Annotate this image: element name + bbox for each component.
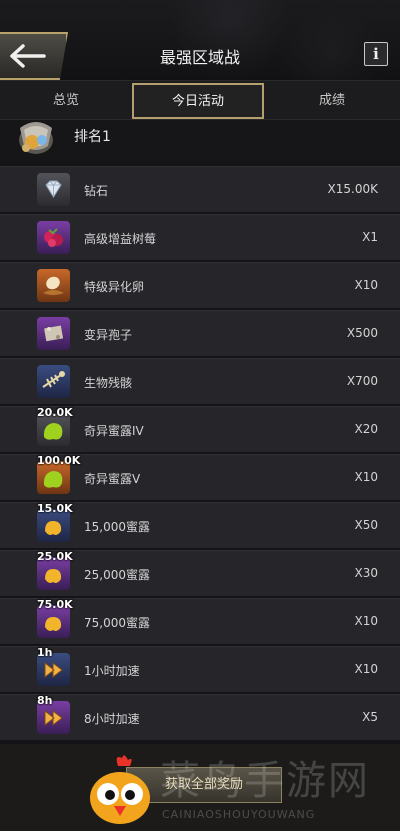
tab-results[interactable]: 成绩 [264,81,400,121]
list-item: 8h 8小时加速 X5 [0,694,400,740]
list-item: 15.0K 15,000蜜露 X50 [0,502,400,548]
reward-name: 75,000蜜露 [84,616,150,630]
reward-name: 15,000蜜露 [84,520,150,534]
reward-quantity: X10 [354,662,379,676]
list-item: 钻石 X15.00K [0,166,400,212]
watermark-subtext: CAINIAOSHOUYOUWANG [162,808,316,821]
reward-badge: 20.0K [37,406,73,419]
reward-name: 变异孢子 [84,328,133,342]
reward-name: 高级增益树莓 [84,232,157,246]
reward-quantity: X10 [354,278,379,292]
raspberry-icon [37,221,70,254]
reward-quantity: X20 [354,422,379,436]
list-item: 1h 1小时加速 X10 [0,646,400,692]
honey-icon: 25.0K [37,550,73,590]
reward-quantity: X50 [354,518,379,532]
honeydew-icon: 100.0K [37,454,80,494]
egg-icon [37,269,70,302]
reward-badge: 75.0K [37,598,73,611]
reward-quantity: X10 [354,614,379,628]
reward-quantity: X30 [354,566,379,580]
list-item: 变异孢子 X500 [0,310,400,356]
reward-badge: 15.0K [37,502,73,515]
honeydew-icon: 20.0K [37,406,73,446]
rank-label: 排名1 [74,129,111,145]
page-title: 最强区域战 [159,48,240,67]
tab-overview[interactable]: 总览 [0,81,132,121]
list-item: 特级异化卵 X10 [0,262,400,308]
reward-name: 1小时加速 [84,664,140,678]
reward-badge: 1h [37,646,53,659]
bird-mascot-logo [90,755,150,824]
list-item: 生物残骸 X700 [0,358,400,404]
list-item: 75.0K 75,000蜜露 X10 [0,598,400,644]
reward-badge: 25.0K [37,550,73,563]
reward-badge: 100.0K [37,454,81,467]
list-item: 20.0K 奇异蜜露IV X20 [0,406,400,452]
speedup-icon: 1h [37,646,70,686]
reward-badge: 8h [37,694,53,707]
reward-quantity: X15.00K [327,182,378,196]
reward-quantity: X500 [346,326,378,340]
diamond-icon [37,173,70,206]
reward-name: 奇异蜜露V [84,472,141,486]
list-item: 高级增益树莓 X1 [0,214,400,260]
honey-icon: 75.0K [37,598,73,638]
header-bar: 最强区域战 i [0,0,400,80]
tab-bar: 总览 今日活动 成绩 [0,80,400,120]
bone-fish-icon [37,365,70,398]
reward-quantity: X10 [354,470,379,484]
reward-name: 奇异蜜露IV [84,424,144,438]
tab-today-activity[interactable]: 今日活动 [132,83,264,119]
reward-name: 生物残骸 [84,376,133,390]
info-button[interactable]: i [364,42,388,66]
reward-name: 8小时加速 [84,712,140,726]
reward-name: 钻石 [84,184,109,198]
honey-icon: 15.0K [37,502,73,542]
list-item: 25.0K 25,000蜜露 X30 [0,550,400,596]
rank-medal-icon [19,122,53,154]
reward-quantity: X5 [362,710,378,724]
reward-quantity: X700 [346,374,378,388]
rank-header [0,120,400,162]
spore-icon [37,317,70,350]
speedup-icon: 8h [37,694,70,734]
watermark-text: 菜鸟手游网 [160,758,370,804]
list-item: 100.0K 奇异蜜露V X10 [0,454,400,500]
reward-quantity: X1 [362,230,378,244]
reward-name: 特级异化卵 [84,280,145,294]
reward-name: 25,000蜜露 [84,568,150,582]
